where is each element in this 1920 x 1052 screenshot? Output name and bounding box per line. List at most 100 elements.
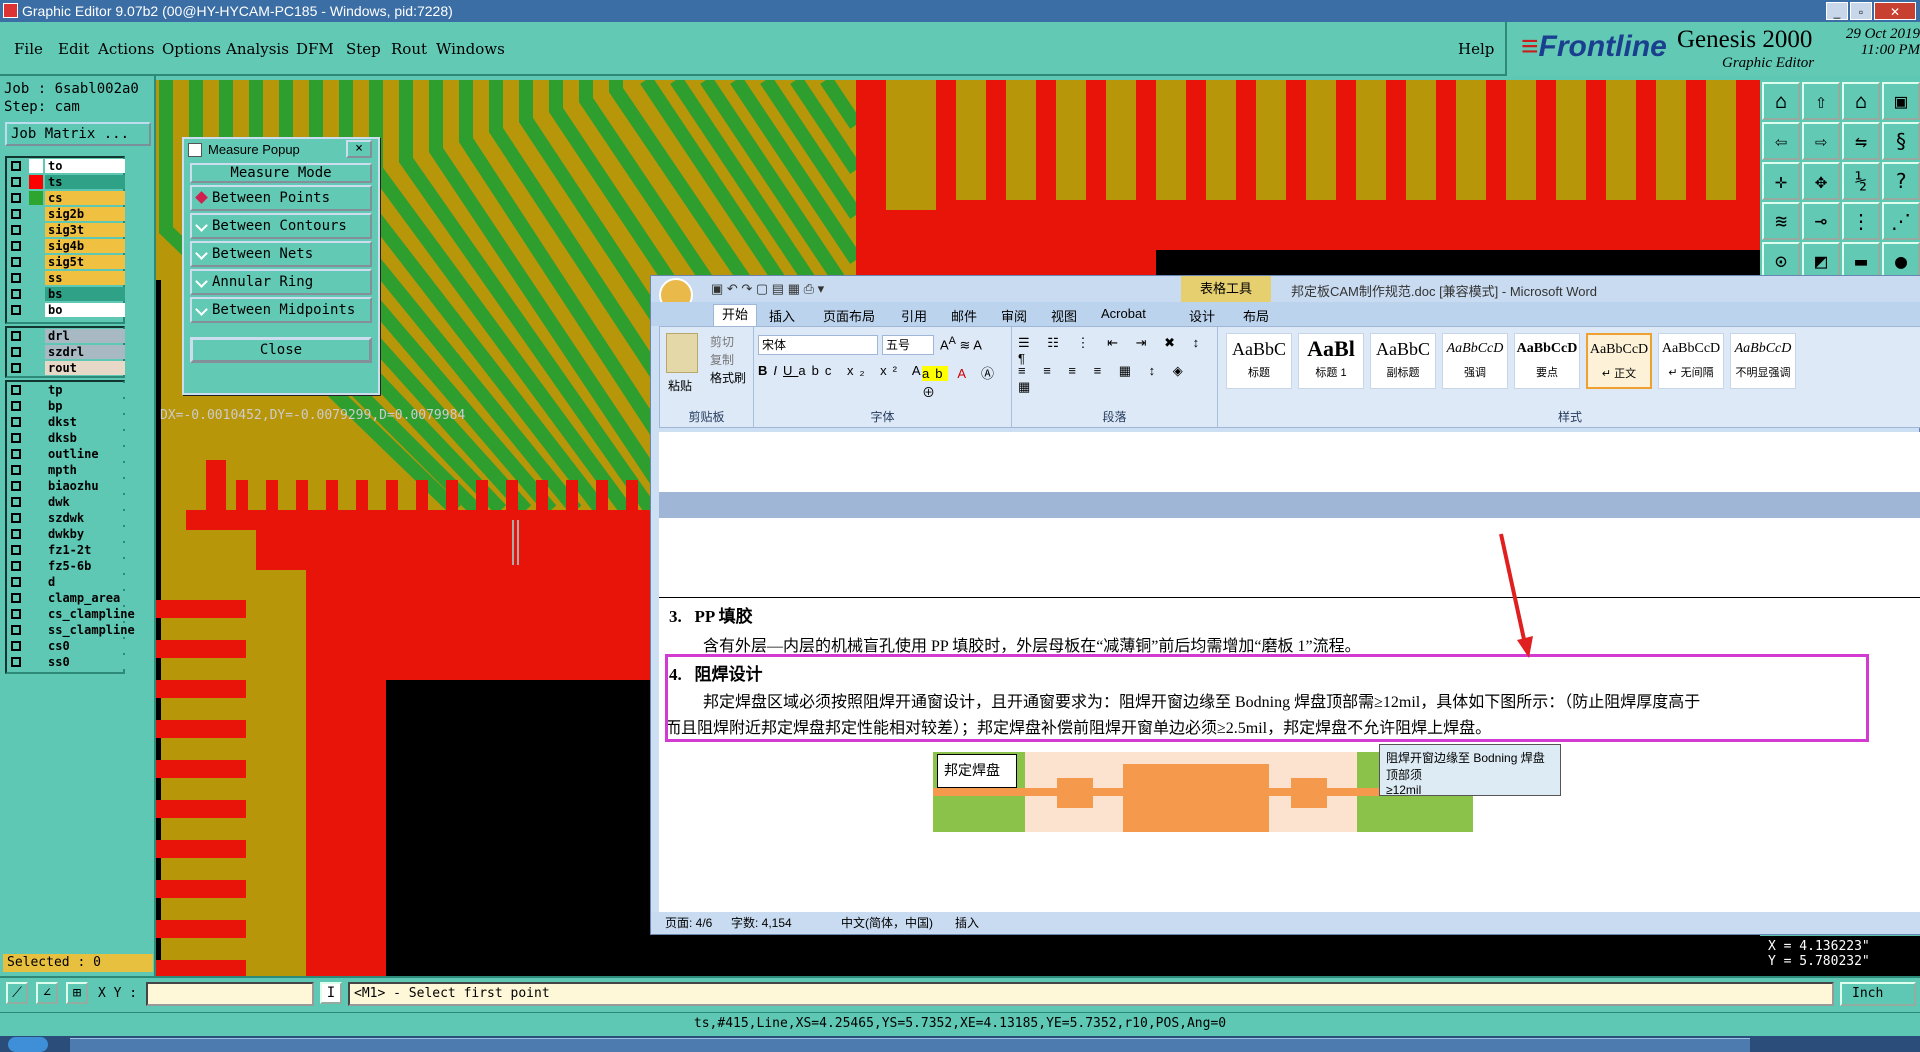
document-area[interactable]: 3. PP 填胶 含有外层—内层的机械盲孔使用 PP 填胶时，外层母板在“减薄铜…: [659, 432, 1920, 912]
layer-affected-checkbox[interactable]: [11, 289, 21, 299]
taskbar-item[interactable]: [650, 1038, 790, 1052]
layer-name[interactable]: dksb: [45, 431, 125, 445]
layer-row[interactable]: dwkby: [7, 526, 125, 542]
tool-net-icon[interactable]: ≋: [1762, 202, 1800, 240]
layer-name[interactable]: szdrl: [45, 345, 125, 359]
layer-affected-checkbox[interactable]: [11, 385, 21, 395]
tool-drill-icon[interactable]: ⋮: [1842, 202, 1880, 240]
table-tools-tab[interactable]: 表格工具: [1181, 276, 1271, 302]
layer-name[interactable]: bo: [45, 303, 125, 317]
quick-access-toolbar[interactable]: ▣ ↶ ↷ ▢ ▤ ▦ ⎙ ▾: [711, 281, 824, 297]
layer-affected-checkbox[interactable]: [11, 331, 21, 341]
menu-step[interactable]: Step: [346, 40, 381, 58]
layer-row[interactable]: ss0: [7, 654, 125, 670]
layer-name[interactable]: szdwk: [45, 511, 125, 525]
tool-up-icon[interactable]: ⇧: [1802, 82, 1840, 120]
layer-name[interactable]: cs_clampline: [45, 607, 135, 621]
layer-name[interactable]: tp: [45, 383, 125, 397]
layer-name[interactable]: sig5t: [45, 255, 125, 269]
copy-button[interactable]: 复制: [710, 351, 734, 368]
layer-affected-checkbox[interactable]: [11, 363, 21, 373]
layer-affected-checkbox[interactable]: [11, 177, 21, 187]
tool-house-icon[interactable]: ⌂: [1842, 82, 1880, 120]
align-buttons[interactable]: ≡ ≡ ≡ ≡ ▦ ↕ ◈ ▦: [1018, 363, 1217, 395]
tool-right-icon[interactable]: ⇨: [1802, 122, 1840, 160]
layer-affected-checkbox[interactable]: [11, 225, 21, 235]
measure-option[interactable]: Annular Ring: [190, 269, 372, 295]
menu-rout[interactable]: Rout: [391, 40, 427, 58]
layer-affected-checkbox[interactable]: [11, 481, 21, 491]
format-painter-button[interactable]: 格式刷: [710, 369, 746, 386]
popup-close-x-button[interactable]: ×: [346, 140, 372, 158]
tab-page-layout[interactable]: 页面布局: [823, 306, 875, 325]
layer-row[interactable]: drl: [7, 328, 125, 344]
layer-name[interactable]: ss0: [45, 655, 125, 669]
layer-row[interactable]: bp: [7, 398, 125, 414]
style-gallery-item[interactable]: AaBbCcD 强调: [1442, 333, 1508, 389]
layer-row[interactable]: bs: [7, 286, 125, 302]
maximize-button[interactable]: ▫: [1850, 2, 1872, 20]
taskbar-item[interactable]: [1610, 1038, 1750, 1052]
layer-row[interactable]: fz5-6b: [7, 558, 125, 574]
layer-affected-checkbox[interactable]: [11, 593, 21, 603]
layer-name[interactable]: fz5-6b: [45, 559, 125, 573]
taskbar-item[interactable]: [770, 1038, 910, 1052]
layer-name[interactable]: bp: [45, 399, 125, 413]
tab-references[interactable]: 引用: [901, 306, 927, 325]
units-button[interactable]: Inch: [1840, 982, 1916, 1006]
tab-home[interactable]: 开始: [713, 304, 758, 326]
tool-home-icon[interactable]: ⌂: [1762, 82, 1800, 120]
job-matrix-button[interactable]: Job Matrix ...: [5, 122, 151, 146]
layer-affected-checkbox[interactable]: [11, 577, 21, 587]
layer-affected-checkbox[interactable]: [11, 561, 21, 571]
text-cursor-icon[interactable]: I: [320, 982, 342, 1004]
layer-affected-checkbox[interactable]: [11, 161, 21, 171]
layer-affected-checkbox[interactable]: [11, 465, 21, 475]
layer-row[interactable]: d: [7, 574, 125, 590]
menu-windows[interactable]: Windows: [436, 40, 505, 58]
layer-row[interactable]: szdrl: [7, 344, 125, 360]
style-gallery-item[interactable]: AaBl 标题 1: [1298, 333, 1364, 389]
tool-snap-icon[interactable]: §: [1882, 122, 1920, 160]
tool-left-icon[interactable]: ⇦: [1762, 122, 1800, 160]
layer-affected-checkbox[interactable]: [11, 529, 21, 539]
layer-affected-checkbox[interactable]: [11, 433, 21, 443]
taskbar-item[interactable]: [410, 1038, 550, 1052]
layer-name[interactable]: sig4b: [45, 239, 125, 253]
tab-mailings[interactable]: 邮件: [951, 306, 977, 325]
layer-affected-checkbox[interactable]: [11, 347, 21, 357]
style-gallery-item[interactable]: AaBbCcD ↵ 正文: [1586, 333, 1652, 389]
layer-name[interactable]: sig3t: [45, 223, 125, 237]
layer-affected-checkbox[interactable]: [11, 257, 21, 267]
layer-affected-checkbox[interactable]: [11, 241, 21, 251]
measure-option[interactable]: Between Nets: [190, 241, 372, 267]
layer-row[interactable]: to: [7, 158, 125, 174]
layer-name[interactable]: drl: [45, 329, 125, 343]
layer-row[interactable]: szdwk: [7, 510, 125, 526]
minimize-button[interactable]: _: [1826, 2, 1848, 20]
layer-row[interactable]: sig5t: [7, 254, 125, 270]
layer-name[interactable]: rout: [45, 361, 125, 375]
layer-affected-checkbox[interactable]: [11, 609, 21, 619]
tool-route-icon[interactable]: ⋰: [1882, 202, 1920, 240]
layer-row[interactable]: dwk: [7, 494, 125, 510]
layer-name[interactable]: clamp_area: [45, 591, 125, 605]
layer-name[interactable]: fz1-2t: [45, 543, 125, 557]
tab-design[interactable]: 设计: [1189, 306, 1215, 325]
style-gallery-item[interactable]: AaBbC 副标题: [1370, 333, 1436, 389]
measure-option[interactable]: Between Contours: [190, 213, 372, 239]
layer-row[interactable]: mpth: [7, 462, 125, 478]
layer-row[interactable]: bo: [7, 302, 125, 318]
cut-button[interactable]: 剪切: [710, 333, 734, 350]
draw-line-icon[interactable]: ⟋: [6, 982, 28, 1004]
layer-affected-checkbox[interactable]: [11, 625, 21, 635]
layer-display-color[interactable]: [29, 191, 43, 205]
paste-icon[interactable]: [666, 333, 698, 373]
layer-name[interactable]: d: [45, 575, 125, 589]
layer-name[interactable]: dwkby: [45, 527, 125, 541]
layer-affected-checkbox[interactable]: [11, 417, 21, 427]
layer-row[interactable]: dksb: [7, 430, 125, 446]
layer-affected-checkbox[interactable]: [11, 545, 21, 555]
tool-probe-icon[interactable]: ⊸: [1802, 202, 1840, 240]
taskbar-item[interactable]: [1490, 1038, 1630, 1052]
